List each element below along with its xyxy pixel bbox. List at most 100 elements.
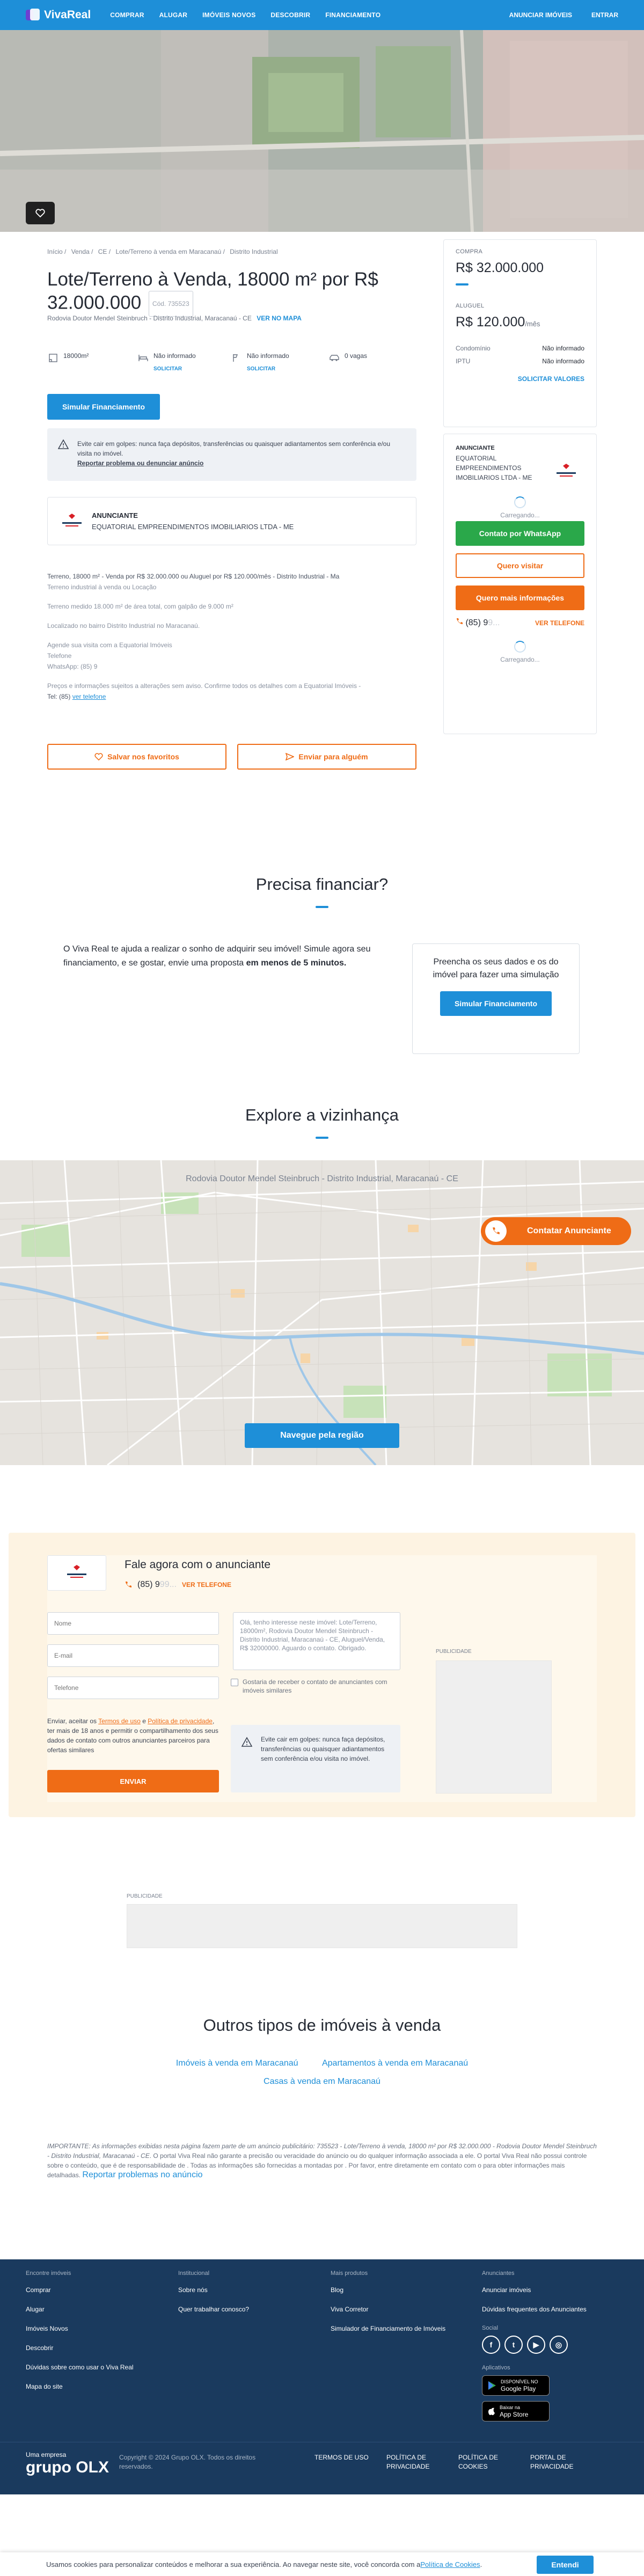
phone-input[interactable]	[47, 1677, 219, 1699]
breadcrumb-venda[interactable]: Venda /	[71, 248, 93, 255]
see-on-map-link[interactable]: VER NO MAPA	[257, 314, 302, 322]
advertise-link[interactable]: ANUNCIAR IMÓVEIS	[509, 11, 572, 19]
facebook-icon[interactable]: f	[482, 2336, 500, 2354]
share-button[interactable]: Enviar para alguém	[237, 744, 416, 770]
breadcrumb-ce[interactable]: CE /	[98, 248, 111, 255]
financing-text: O Viva Real te ajuda a realizar o sonho …	[63, 942, 385, 970]
schedule-visit-button[interactable]: Quero visitar	[456, 553, 584, 578]
report-listing-link[interactable]: Reportar problemas no anúncio	[82, 2170, 202, 2179]
footer-link[interactable]: Quer trabalhar conosco?	[178, 2306, 318, 2313]
simulate-financing-button[interactable]: Simular Financiamento	[47, 394, 160, 420]
footer-link[interactable]: Blog	[331, 2286, 470, 2294]
phone-icon	[485, 1220, 507, 1242]
amenity-area: 18000m²	[47, 352, 89, 364]
request-bedrooms-link[interactable]: SOLICITAR	[153, 366, 196, 372]
area-icon	[47, 352, 59, 364]
footer-link[interactable]: Sobre nós	[178, 2286, 318, 2294]
message-textarea[interactable]: Olá, tenho interesse neste imóvel: Lote/…	[233, 1612, 400, 1670]
similar-offers-checkbox[interactable]: Gostaria de receber o contato de anuncia…	[231, 1678, 402, 1695]
link-imoveis-maracanau[interactable]: Imóveis à venda em Maracanaú	[176, 2059, 298, 2068]
listing-title-text: Lote/Terreno à Venda, 18000 m² por R$ 32…	[47, 269, 378, 313]
contact-phone-prefix: (85) 9	[465, 618, 488, 627]
ad-banner[interactable]	[127, 1904, 517, 1948]
form-see-phone-button[interactable]: VER TELEFONE	[182, 1581, 231, 1589]
youtube-icon[interactable]: ▶	[527, 2336, 545, 2354]
privacy-portal-link[interactable]: PORTAL DE PRIVACIDADE	[530, 2453, 589, 2471]
nav-comprar[interactable]: COMPRAR	[110, 11, 144, 19]
report-problem-link[interactable]: Reportar problema ou denunciar anúncio	[77, 458, 404, 468]
navigate-region-button[interactable]: Navegue pela região	[245, 1423, 399, 1448]
footer-link[interactable]: Comprar	[26, 2286, 165, 2294]
description-line: Preços e informações sujeitos a alteraçõ…	[47, 682, 361, 690]
cookies-link[interactable]: POLÍTICA DE COOKIES	[458, 2453, 517, 2471]
checkbox-box[interactable]	[231, 1679, 238, 1686]
see-phone-button[interactable]: VER TELEFONE	[535, 619, 584, 627]
footer-link[interactable]: Dúvidas sobre como usar o Viva Real	[26, 2363, 165, 2371]
footer-col-title: Mais produtos	[331, 2270, 368, 2277]
send-button[interactable]: ENVIAR	[47, 1770, 219, 1792]
nav-imoveis-novos[interactable]: IMÓVEIS NOVOS	[202, 11, 255, 19]
footer-link[interactable]: Imóveis Novos	[26, 2325, 165, 2332]
whatsapp-contact-button[interactable]: Contato por WhatsApp	[456, 521, 584, 546]
footer-link[interactable]: Viva Corretor	[331, 2306, 470, 2313]
vivareal-logo[interactable]: VivaReal	[26, 9, 91, 21]
financing-simulate-button[interactable]: Simular Financiamento	[440, 991, 552, 1016]
instagram-icon[interactable]: ◎	[550, 2336, 568, 2354]
name-input[interactable]	[47, 1612, 219, 1635]
login-link[interactable]: ENTRAR	[591, 11, 618, 19]
advertiser-card[interactable]: ANUNCIANTE EQUATORIAL EMPREENDIMENTOS IM…	[47, 497, 416, 545]
email-input[interactable]	[47, 1644, 219, 1667]
buy-price: R$ 32.000.000	[456, 260, 544, 275]
breadcrumb-neighborhood[interactable]: Distrito Industrial	[230, 248, 277, 255]
more-info-button[interactable]: Quero mais informações	[456, 586, 584, 610]
scam-warning-text: Evite cair em golpes: nunca faça depósit…	[77, 440, 391, 457]
terms-of-use-link[interactable]: Termos de uso	[98, 1717, 141, 1725]
map-contact-label: Contatar Anunciante	[527, 1226, 611, 1235]
link-apartamentos-maracanau[interactable]: Apartamentos à venda em Maracanaú	[322, 2059, 468, 2068]
request-bathrooms-link[interactable]: SOLICITAR	[247, 366, 289, 372]
ad-slot[interactable]	[436, 1660, 552, 1794]
scam-warning: Evite cair em golpes: nunca faça depósit…	[47, 428, 416, 481]
contact-card: ANUNCIANTE EQUATORIAL EMPREENDIMENTOS IM…	[443, 434, 597, 734]
spinner-icon	[514, 641, 526, 653]
nav-alugar[interactable]: ALUGAR	[159, 11, 188, 19]
condo-row: Condomínio Não informado	[456, 342, 584, 355]
contact-phone-row: (85) 99... VER TELEFONE	[456, 618, 584, 628]
financing-title: Precisa financiar?	[255, 875, 389, 894]
footer-link[interactable]: Dúvidas frequentes dos Anunciantes	[482, 2306, 621, 2313]
terms-link[interactable]: TERMOS DE USO	[314, 2453, 374, 2471]
favorite-heart-button[interactable]	[26, 202, 55, 224]
neighborhood-map[interactable]	[0, 1160, 644, 1465]
breadcrumb-category[interactable]: Lote/Terreno à venda em Maracanaú /	[115, 248, 224, 255]
breadcrumb-inicio[interactable]: Início /	[47, 248, 66, 255]
map-contact-button[interactable]: Contatar Anunciante	[481, 1217, 631, 1245]
footer-col-find: Encontre imóveis Comprar Alugar Imóveis …	[26, 2270, 165, 2402]
nav-financiamento[interactable]: FINANCIAMENTO	[325, 11, 380, 19]
twitter-icon[interactable]: t	[504, 2336, 523, 2354]
privacy-policy-link[interactable]: Política de privacidade	[148, 1717, 213, 1725]
property-photo[interactable]	[0, 30, 644, 232]
cookie-policy-link[interactable]: Política de Cookies	[420, 2560, 480, 2568]
footer-link[interactable]: Alugar	[26, 2306, 165, 2313]
apple-icon	[488, 2407, 495, 2416]
request-values-link[interactable]: SOLICITAR VALORES	[456, 375, 584, 383]
nav-descobrir[interactable]: DESCOBRIR	[270, 11, 310, 19]
listing-description: Terreno, 18000 m² - Venda por R$ 32.000.…	[47, 571, 418, 702]
equatorial-logo	[57, 507, 86, 536]
app-store-badge[interactable]: Baixar na App Store	[482, 2401, 550, 2421]
rent-price-value: R$ 120.000	[456, 314, 525, 330]
link-casas-maracanau[interactable]: Casas à venda em Maracanaú	[264, 2077, 380, 2086]
copyright-text: Copyright © 2024 Grupo OLX. Todos os dir…	[119, 2454, 256, 2470]
google-play-badge[interactable]: DISPONÍVEL NO Google Play	[482, 2375, 550, 2396]
footer-link[interactable]: Simulador de Financiamento de Imóveis	[331, 2325, 470, 2332]
social-links: f t ▶ ◎	[482, 2336, 621, 2354]
footer-link[interactable]: Descobrir	[26, 2344, 165, 2352]
privacy-link[interactable]: POLÍTICA DE PRIVACIDADE	[386, 2453, 445, 2471]
accept-cookies-button[interactable]: Entendi	[537, 2556, 594, 2574]
save-favorite-button[interactable]: Salvar nos favoritos	[47, 744, 226, 770]
see-phone-link[interactable]: ver telefone	[72, 693, 106, 700]
footer-col-title: Encontre imóveis	[26, 2270, 71, 2277]
footer-link[interactable]: Anunciar imóveis	[482, 2286, 621, 2294]
footer-link[interactable]: Mapa do site	[26, 2383, 165, 2390]
form-phone-prefix: (85) 9	[137, 1580, 160, 1589]
